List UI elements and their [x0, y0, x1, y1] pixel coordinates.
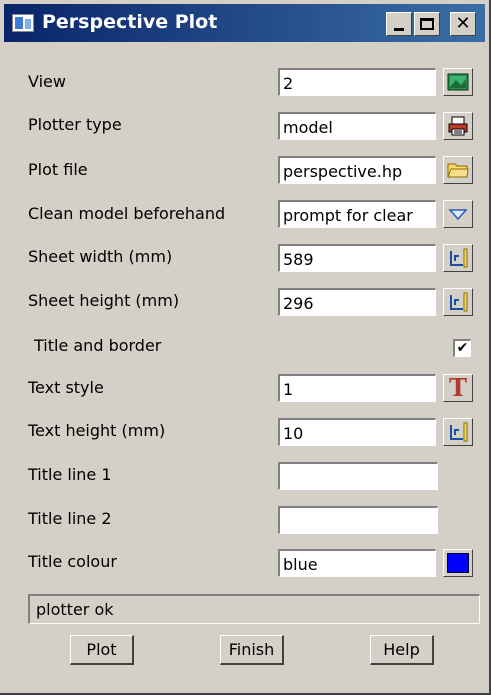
title-line-1-input[interactable]: [278, 462, 438, 490]
help-button[interactable]: Help: [370, 635, 434, 665]
folder-icon: [447, 163, 469, 178]
ruler-icon: [450, 292, 468, 312]
finish-button[interactable]: Finish: [220, 635, 284, 665]
text-height-measure-button[interactable]: [443, 418, 473, 446]
minimize-icon: [394, 27, 404, 31]
title-colour-label: Title colour: [28, 552, 117, 571]
clean-model-select[interactable]: prompt for clear: [278, 200, 436, 228]
title-border-label: Title and border: [34, 336, 162, 355]
text-style-button[interactable]: T: [443, 374, 473, 402]
text-style-input[interactable]: 1: [278, 374, 436, 402]
sheet-width-measure-button[interactable]: [443, 244, 473, 272]
ruler-icon: [450, 248, 468, 268]
text-height-label: Text height (mm): [28, 421, 166, 440]
plot-button[interactable]: Plot: [70, 635, 134, 665]
text-style-icon: T: [449, 373, 467, 402]
app-icon: [12, 14, 34, 32]
minimize-button[interactable]: [386, 12, 412, 36]
title-border-checkbox[interactable]: ✔: [453, 339, 471, 357]
dropdown-arrow-icon: [448, 209, 468, 221]
plotter-type-label: Plotter type: [28, 115, 122, 134]
view-picture-icon: [447, 73, 469, 91]
view-label: View: [28, 72, 66, 91]
text-style-label: Text style: [28, 378, 104, 397]
sheet-height-input[interactable]: 296: [278, 288, 436, 316]
text-height-input[interactable]: 10: [278, 418, 436, 446]
ruler-icon: [450, 422, 468, 442]
view-input[interactable]: 2: [278, 68, 436, 96]
title-line-2-label: Title line 2: [28, 509, 112, 528]
clean-model-dropdown-button[interactable]: [443, 200, 473, 228]
title-line-1-label: Title line 1: [28, 465, 112, 484]
maximize-button[interactable]: [414, 12, 440, 36]
printer-icon: [448, 116, 468, 136]
sheet-height-label: Sheet height (mm): [28, 291, 180, 310]
sheet-height-measure-button[interactable]: [443, 288, 473, 316]
close-button[interactable]: ✕: [450, 12, 476, 36]
title-bar[interactable]: Perspective Plot ✕: [4, 4, 485, 42]
plot-file-label: Plot file: [28, 160, 88, 179]
colour-swatch: [447, 553, 469, 573]
clean-model-label: Clean model beforehand: [28, 204, 226, 223]
title-line-2-input[interactable]: [278, 506, 438, 534]
view-picker-button[interactable]: [443, 68, 473, 96]
plot-file-browse-button[interactable]: [443, 156, 473, 184]
perspective-plot-window: Perspective Plot ✕ View 2 Plotter type m…: [0, 0, 491, 695]
title-colour-picker-button[interactable]: [443, 549, 473, 577]
window-title: Perspective Plot: [42, 11, 218, 33]
sheet-width-label: Sheet width (mm): [28, 247, 173, 266]
plot-file-input[interactable]: perspective.hp: [278, 156, 436, 184]
sheet-width-input[interactable]: 589: [278, 244, 436, 272]
close-icon: ✕: [455, 13, 471, 34]
plotter-type-input[interactable]: model: [278, 112, 436, 140]
plotter-type-button[interactable]: [443, 112, 473, 140]
maximize-icon: [420, 18, 434, 30]
title-colour-input[interactable]: blue: [278, 549, 436, 577]
status-message: plotter ok: [28, 594, 480, 624]
